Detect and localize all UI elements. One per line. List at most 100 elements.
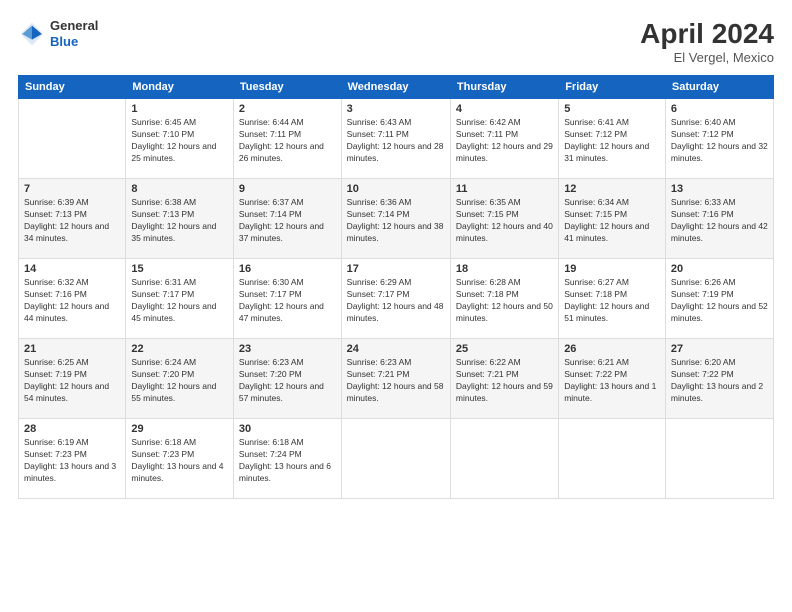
day-info: Sunrise: 6:25 AMSunset: 7:19 PMDaylight:… [24,357,120,405]
day-number: 30 [239,423,336,435]
day-number: 29 [131,423,228,435]
day-number: 11 [456,183,553,195]
calendar-cell [665,419,773,499]
day-info: Sunrise: 6:40 AMSunset: 7:12 PMDaylight:… [671,117,768,165]
calendar-cell [559,419,666,499]
day-number: 8 [131,183,228,195]
day-info: Sunrise: 6:39 AMSunset: 7:13 PMDaylight:… [24,197,120,245]
calendar-cell [450,419,558,499]
day-number: 13 [671,183,768,195]
day-number: 19 [564,263,660,275]
day-info: Sunrise: 6:38 AMSunset: 7:13 PMDaylight:… [131,197,228,245]
day-number: 16 [239,263,336,275]
calendar-cell: 21 Sunrise: 6:25 AMSunset: 7:19 PMDayligh… [19,339,126,419]
day-number: 10 [347,183,445,195]
calendar-header-row: SundayMondayTuesdayWednesdayThursdayFrid… [19,76,774,99]
day-info: Sunrise: 6:29 AMSunset: 7:17 PMDaylight:… [347,277,445,325]
calendar-cell: 6 Sunrise: 6:40 AMSunset: 7:12 PMDaylight… [665,99,773,179]
day-number: 18 [456,263,553,275]
logo-blue: Blue [50,34,98,50]
weekday-header: Wednesday [341,76,450,99]
day-number: 9 [239,183,336,195]
logo-icon [18,20,46,48]
calendar-cell: 11 Sunrise: 6:35 AMSunset: 7:15 PMDayligh… [450,179,558,259]
day-info: Sunrise: 6:37 AMSunset: 7:14 PMDaylight:… [239,197,336,245]
day-number: 25 [456,343,553,355]
day-info: Sunrise: 6:42 AMSunset: 7:11 PMDaylight:… [456,117,553,165]
calendar-cell: 23Sunrise: 6:23 AMSunset: 7:20 PMDayligh… [233,339,341,419]
day-number: 4 [456,103,553,115]
calendar-cell: 27 Sunrise: 6:20 AMSunset: 7:22 PMDayligh… [665,339,773,419]
calendar-cell [341,419,450,499]
calendar-cell: 3Sunrise: 6:43 AMSunset: 7:11 PMDaylight… [341,99,450,179]
page: General Blue April 2024 El Vergel, Mexic… [0,0,792,612]
header: General Blue April 2024 El Vergel, Mexic… [18,18,774,65]
calendar-cell: 12Sunrise: 6:34 AMSunset: 7:15 PMDayligh… [559,179,666,259]
day-info: Sunrise: 6:36 AMSunset: 7:14 PMDaylight:… [347,197,445,245]
day-number: 28 [24,423,120,435]
day-number: 23 [239,343,336,355]
day-info: Sunrise: 6:27 AMSunset: 7:18 PMDaylight:… [564,277,660,325]
calendar-cell: 7 Sunrise: 6:39 AMSunset: 7:13 PMDaylight… [19,179,126,259]
calendar-cell: 22Sunrise: 6:24 AMSunset: 7:20 PMDayligh… [126,339,234,419]
day-info: Sunrise: 6:20 AMSunset: 7:22 PMDaylight:… [671,357,768,405]
day-number: 5 [564,103,660,115]
calendar-week-row: 21 Sunrise: 6:25 AMSunset: 7:19 PMDayligh… [19,339,774,419]
calendar-week-row: 14 Sunrise: 6:32 AMSunset: 7:16 PMDayligh… [19,259,774,339]
day-info: Sunrise: 6:35 AMSunset: 7:15 PMDaylight:… [456,197,553,245]
day-info: Sunrise: 6:18 AMSunset: 7:23 PMDaylight:… [131,437,228,485]
day-number: 12 [564,183,660,195]
day-number: 1 [131,103,228,115]
day-number: 27 [671,343,768,355]
day-info: Sunrise: 6:26 AMSunset: 7:19 PMDaylight:… [671,277,768,325]
calendar-cell: 28Sunrise: 6:19 AMSunset: 7:23 PMDayligh… [19,419,126,499]
day-info: Sunrise: 6:45 AMSunset: 7:10 PMDaylight:… [131,117,228,165]
calendar-cell: 2Sunrise: 6:44 AMSunset: 7:11 PMDaylight… [233,99,341,179]
calendar-table: SundayMondayTuesdayWednesdayThursdayFrid… [18,75,774,499]
calendar-cell: 8 Sunrise: 6:38 AMSunset: 7:13 PMDaylight… [126,179,234,259]
calendar-cell: 26 Sunrise: 6:21 AMSunset: 7:22 PMDayligh… [559,339,666,419]
calendar-week-row: 28Sunrise: 6:19 AMSunset: 7:23 PMDayligh… [19,419,774,499]
day-info: Sunrise: 6:32 AMSunset: 7:16 PMDaylight:… [24,277,120,325]
weekday-header: Thursday [450,76,558,99]
day-number: 14 [24,263,120,275]
calendar-cell: 13 Sunrise: 6:33 AMSunset: 7:16 PMDayligh… [665,179,773,259]
day-info: Sunrise: 6:21 AMSunset: 7:22 PMDaylight:… [564,357,660,405]
day-number: 26 [564,343,660,355]
weekday-header: Friday [559,76,666,99]
location: El Vergel, Mexico [640,50,774,65]
logo: General Blue [18,18,98,49]
day-info: Sunrise: 6:33 AMSunset: 7:16 PMDaylight:… [671,197,768,245]
day-number: 22 [131,343,228,355]
day-number: 2 [239,103,336,115]
day-number: 6 [671,103,768,115]
calendar-cell: 10 Sunrise: 6:36 AMSunset: 7:14 PMDayligh… [341,179,450,259]
calendar-cell: 14 Sunrise: 6:32 AMSunset: 7:16 PMDayligh… [19,259,126,339]
calendar-cell: 24Sunrise: 6:23 AMSunset: 7:21 PMDayligh… [341,339,450,419]
day-number: 15 [131,263,228,275]
calendar-cell [19,99,126,179]
day-number: 17 [347,263,445,275]
logo-text: General Blue [50,18,98,49]
calendar-cell: 4 Sunrise: 6:42 AMSunset: 7:11 PMDaylight… [450,99,558,179]
day-info: Sunrise: 6:22 AMSunset: 7:21 PMDaylight:… [456,357,553,405]
calendar-cell: 30 Sunrise: 6:18 AMSunset: 7:24 PMDayligh… [233,419,341,499]
day-number: 21 [24,343,120,355]
day-info: Sunrise: 6:18 AMSunset: 7:24 PMDaylight:… [239,437,336,485]
day-info: Sunrise: 6:43 AMSunset: 7:11 PMDaylight:… [347,117,445,165]
day-info: Sunrise: 6:41 AMSunset: 7:12 PMDaylight:… [564,117,660,165]
weekday-header: Tuesday [233,76,341,99]
day-info: Sunrise: 6:23 AMSunset: 7:21 PMDaylight:… [347,357,445,405]
day-info: Sunrise: 6:28 AMSunset: 7:18 PMDaylight:… [456,277,553,325]
calendar-cell: 9 Sunrise: 6:37 AMSunset: 7:14 PMDaylight… [233,179,341,259]
calendar-cell: 19 Sunrise: 6:27 AMSunset: 7:18 PMDayligh… [559,259,666,339]
calendar-cell: 25 Sunrise: 6:22 AMSunset: 7:21 PMDayligh… [450,339,558,419]
calendar-week-row: 7 Sunrise: 6:39 AMSunset: 7:13 PMDaylight… [19,179,774,259]
calendar-cell: 15Sunrise: 6:31 AMSunset: 7:17 PMDayligh… [126,259,234,339]
logo-general: General [50,18,98,34]
weekday-header: Sunday [19,76,126,99]
calendar-cell: 5 Sunrise: 6:41 AMSunset: 7:12 PMDaylight… [559,99,666,179]
day-number: 7 [24,183,120,195]
day-number: 20 [671,263,768,275]
weekday-header: Saturday [665,76,773,99]
